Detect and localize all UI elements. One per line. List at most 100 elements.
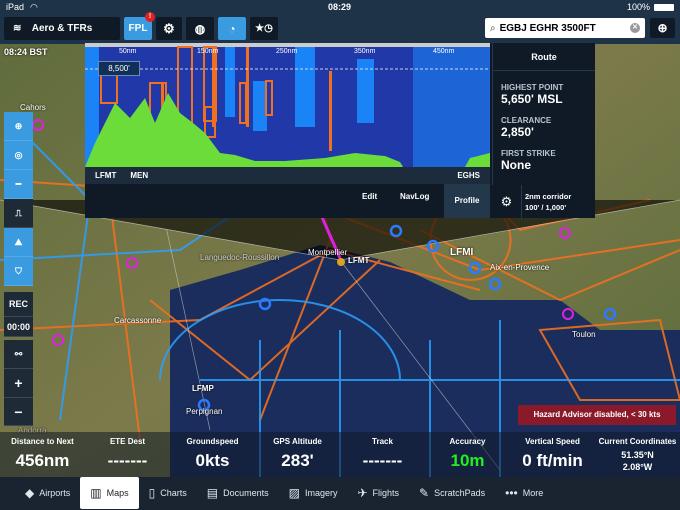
- layers-button[interactable]: ≋ Aero & TFRs: [4, 17, 120, 40]
- settings-button[interactable]: ⚙: [156, 17, 182, 40]
- tab-imagery[interactable]: ▨ Imagery: [279, 477, 348, 509]
- profile-view-button[interactable]: ⎍: [4, 199, 33, 228]
- search-icon: ⌕: [490, 22, 496, 34]
- tab-profile[interactable]: Profile: [444, 184, 490, 218]
- instrument-label: Current Coordinates: [598, 437, 677, 446]
- wifi-icon: ◠: [30, 1, 38, 12]
- instrument-label: Track: [372, 437, 393, 446]
- first-strike-label: FIRST STRIKE: [501, 149, 556, 158]
- first-strike-value: None: [501, 158, 531, 172]
- crosshair-icon: ⊕: [14, 120, 23, 131]
- overlay-button[interactable]: ◍: [186, 17, 214, 40]
- shield-icon: ⛉: [15, 265, 22, 276]
- more-icon: •••: [505, 486, 518, 500]
- record-timer: 00:00: [4, 317, 33, 337]
- status-bar: iPad ◠ 08:29 100%: [0, 0, 680, 14]
- hazard-advisor-banner[interactable]: Hazard Advisor disabled, < 30 kts: [518, 405, 676, 425]
- instrument-value: 0kts: [195, 451, 230, 470]
- center-location-button[interactable]: ⊕: [650, 18, 675, 38]
- map-label-lfmi: LFMI: [450, 247, 474, 258]
- battery-percent: 100%: [626, 2, 650, 12]
- layers-label: Aero & TFRs: [31, 23, 93, 34]
- tab-documents[interactable]: ▤ Documents: [197, 477, 279, 509]
- instrument-value: 51.35°N: [621, 450, 654, 460]
- tab-airports[interactable]: ◆ Airports: [15, 477, 80, 509]
- instrument-value: 456nm: [15, 451, 70, 470]
- route-title: Route: [493, 43, 595, 71]
- track-up-button[interactable]: ⊕: [4, 112, 33, 141]
- instrument-cell[interactable]: Accuracy 10m: [425, 432, 510, 477]
- clearance-label: CLEARANCE: [501, 116, 552, 125]
- zoom-in-button[interactable]: +: [4, 369, 33, 398]
- clear-search-icon[interactable]: ✕: [630, 23, 640, 33]
- tab-flights[interactable]: ✈ Flights: [347, 477, 409, 509]
- distance-tick: 350nm: [354, 48, 376, 55]
- instrument-label: ETE Dest: [109, 437, 146, 446]
- instrument-cell[interactable]: ETE Dest -------: [85, 432, 170, 477]
- waypoint-label: EGHS: [457, 171, 480, 180]
- map-label-montpellier: Montpellier: [308, 248, 348, 257]
- map-label-carcassonne: Carcassonne: [114, 316, 162, 325]
- corridor-label: 2nm corridor: [525, 192, 572, 201]
- instrument-label: Vertical Speed: [525, 437, 580, 446]
- tab-label: Flights: [372, 488, 400, 498]
- tab-more[interactable]: ••• More: [495, 477, 553, 509]
- map-label-lfmt: LFMT: [348, 256, 370, 265]
- bottom-tab-bar: ◆ Airports ▥ Maps ▯ Charts ▤ Documents ▨ Imagery ✈…: [0, 477, 680, 510]
- search-input[interactable]: ⌕ EGBJ EGHR 3500FT ✕: [485, 18, 645, 38]
- tab-charts[interactable]: ▯ Charts: [139, 477, 197, 509]
- tab-label: Charts: [160, 488, 187, 498]
- profile-settings-button[interactable]: ⚙: [492, 185, 522, 218]
- highest-point-label: HIGHEST POINT: [501, 83, 564, 92]
- instrument-cell[interactable]: Distance to Next 456nm: [0, 432, 85, 477]
- terrain-button[interactable]: ⛰: [4, 228, 33, 257]
- profile-icon: ⎍: [15, 207, 22, 218]
- altitude-label[interactable]: 8,500': [98, 61, 140, 76]
- tab-scratchpads[interactable]: ✎ ScratchPads: [409, 477, 495, 509]
- documents-icon: ▤: [206, 486, 219, 500]
- instruments-button[interactable]: ◔: [218, 17, 246, 40]
- tab-navlog[interactable]: NavLog: [400, 192, 429, 201]
- tab-label: Documents: [223, 488, 269, 498]
- clock: 08:29: [328, 2, 352, 12]
- instrument-cell[interactable]: Vertical Speed 0 ft/min: [510, 432, 595, 477]
- tab-maps[interactable]: ▥ Maps: [80, 477, 139, 509]
- corridor-info[interactable]: 2nm corridor 100' / 1,000': [525, 191, 571, 213]
- tab-label: Airports: [39, 488, 71, 498]
- waypoint-label: LFMT: [95, 171, 117, 180]
- profile-chart[interactable]: [85, 43, 490, 167]
- map-rotation-button[interactable]: ◎: [4, 141, 33, 170]
- star-clock-icon: ★◷: [255, 23, 273, 34]
- tab-label: ScratchPads: [434, 488, 486, 498]
- charts-icon: ▯: [148, 486, 156, 500]
- instrument-value: 283': [281, 451, 314, 470]
- route-line-button[interactable]: ━: [4, 170, 33, 199]
- instrument-label: Accuracy: [449, 437, 486, 446]
- map-clock: 08:24 BST: [4, 47, 48, 57]
- record-button[interactable]: REC: [4, 292, 33, 317]
- distance-tick: 50nm: [119, 48, 137, 55]
- tab-label: Maps: [106, 488, 129, 498]
- compass-icon: ◎: [14, 149, 23, 160]
- favorites-recents-button[interactable]: ★◷: [250, 17, 278, 40]
- airports-icon: ◆: [25, 486, 35, 500]
- instrument-cell[interactable]: Groundspeed 0kts: [170, 432, 255, 477]
- highway-button[interactable]: ⛉: [4, 257, 33, 286]
- flights-icon: ✈: [357, 486, 368, 500]
- instrument-cell[interactable]: GPS Altitude 283': [255, 432, 340, 477]
- measure-button[interactable]: ⚯: [4, 340, 33, 369]
- plus-icon: +: [14, 375, 23, 391]
- map-label-aix: Aix-en-Provence: [490, 263, 550, 272]
- fpl-button[interactable]: FPL!: [124, 12, 155, 40]
- scratchpads-icon: ✎: [419, 486, 430, 500]
- map-label-lfmp: LFMP: [192, 384, 214, 393]
- instrument-cell[interactable]: Current Coordinates 51.35°N 2.08°W: [595, 432, 680, 477]
- tab-edit[interactable]: Edit: [362, 192, 377, 201]
- map-label-perpignan: Perpignan: [186, 407, 223, 416]
- route-nodes-icon: ⚯: [14, 348, 23, 359]
- zoom-out-button[interactable]: −: [4, 398, 33, 426]
- tab-label: More: [522, 488, 544, 498]
- instrument-value: -------: [107, 451, 148, 470]
- battery-icon: [654, 4, 674, 11]
- instrument-cell[interactable]: Track -------: [340, 432, 425, 477]
